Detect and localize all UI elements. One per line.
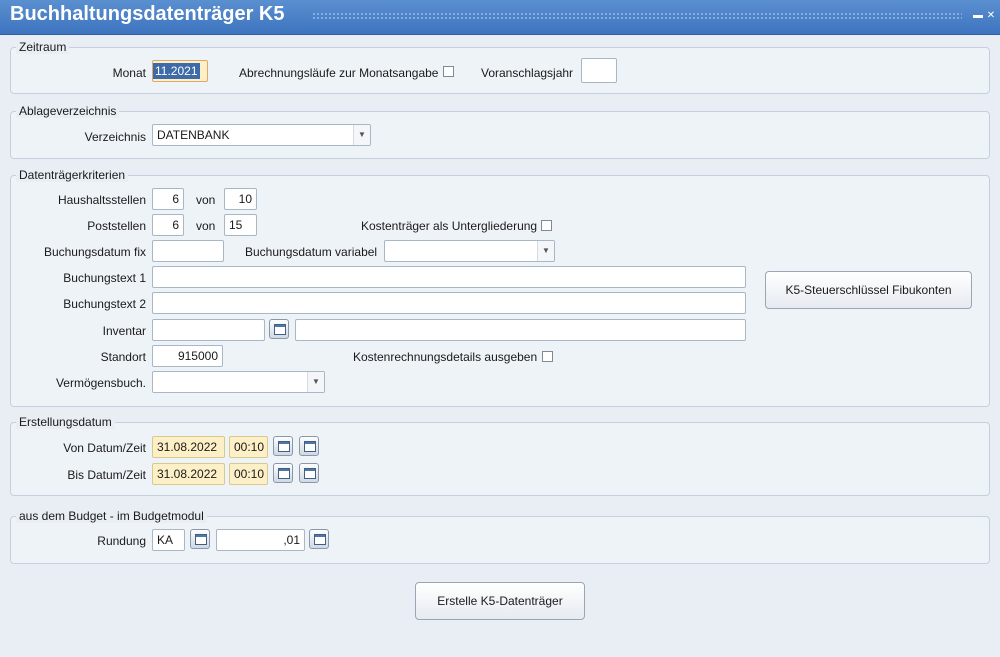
- calendar-icon[interactable]: [273, 463, 293, 483]
- poststellen-to-input[interactable]: 15: [224, 214, 257, 236]
- poststellen-label: Poststellen: [87, 219, 146, 233]
- buchungsdatum-fix-label: Buchungsdatum fix: [43, 245, 146, 259]
- monat-input[interactable]: 11.2021: [152, 60, 208, 82]
- kostenrechnung-checkbox[interactable]: [542, 351, 553, 362]
- erstellung-legend: Erstellungsdatum: [16, 415, 115, 429]
- ablage-legend: Ablageverzeichnis: [16, 104, 120, 118]
- voranschlagsjahr-input[interactable]: [581, 58, 617, 83]
- title-bar: Buchhaltungsdatenträger K5 ▬ ✕: [0, 0, 1000, 35]
- calendar-icon[interactable]: [299, 463, 319, 483]
- buchungstext1-label: Buchungstext 1: [63, 271, 146, 285]
- buchungstext2-input[interactable]: [152, 292, 746, 314]
- calendar-icon[interactable]: [269, 319, 289, 339]
- monat-value: 11.2021: [153, 63, 200, 79]
- poststellen-from-input[interactable]: 6: [152, 214, 184, 236]
- buchungstext1-input[interactable]: [152, 266, 746, 288]
- vermoegens-select[interactable]: ▼: [152, 371, 325, 393]
- standort-input[interactable]: 915000: [152, 345, 223, 367]
- rundung-label: Rundung: [97, 534, 146, 548]
- calendar-icon[interactable]: [190, 529, 210, 549]
- bis-datum-label: Bis Datum/Zeit: [67, 468, 146, 482]
- haushaltsstellen-label: Haushaltsstellen: [57, 193, 146, 207]
- chevron-down-icon[interactable]: ▼: [307, 372, 324, 392]
- inventar-input[interactable]: [152, 319, 265, 341]
- haushaltsstellen-from-input[interactable]: 6: [152, 188, 184, 210]
- budget-legend: aus dem Budget - im Budgetmodul: [16, 509, 207, 523]
- voranschlagsjahr-label: Voranschlagsjahr: [481, 66, 574, 80]
- kriterien-legend: Datenträgerkriterien: [16, 168, 129, 182]
- von-datum-input[interactable]: 31.08.2022: [152, 436, 225, 458]
- haushaltsstellen-to-input[interactable]: 10: [224, 188, 257, 210]
- vermoegens-label: Vermögensbuch.: [55, 376, 146, 390]
- close-icon[interactable]: ✕: [986, 11, 996, 21]
- buchungsdatum-fix-input[interactable]: [152, 240, 224, 262]
- window-title: Buchhaltungsdatenträger K5: [10, 3, 285, 25]
- kostentraeger-label: Kostenträger als Untergliederung: [361, 219, 538, 233]
- k5-steuerschluessel-button[interactable]: K5-Steuerschlüssel Fibukonten: [765, 271, 972, 309]
- von-label-2: von: [196, 219, 216, 233]
- calendar-icon[interactable]: [309, 529, 329, 549]
- inventar-label: Inventar: [102, 324, 146, 338]
- buchungstext2-label: Buchungstext 2: [63, 297, 146, 311]
- erstelle-k5-button[interactable]: Erstelle K5-Datenträger: [415, 582, 585, 620]
- zeitraum-legend: Zeitraum: [16, 40, 70, 54]
- monat-label: Monat: [112, 66, 146, 80]
- von-label-1: von: [196, 193, 216, 207]
- title-bar-pattern: [312, 12, 962, 21]
- minimize-icon[interactable]: ▬: [973, 11, 983, 21]
- verzeichnis-value: DATENBANK: [157, 128, 230, 142]
- chevron-down-icon[interactable]: ▼: [353, 125, 370, 145]
- calendar-icon[interactable]: [299, 436, 319, 456]
- buchungsdatum-variabel-label: Buchungsdatum variabel: [245, 245, 378, 259]
- rundung-code-input[interactable]: KA: [152, 529, 185, 551]
- bis-datum-input[interactable]: 31.08.2022: [152, 463, 225, 485]
- von-datum-label: Von Datum/Zeit: [63, 441, 146, 455]
- abrechnungslaeufe-label: Abrechnungsläufe zur Monatsangabe: [239, 66, 439, 80]
- standort-label: Standort: [100, 350, 146, 364]
- verzeichnis-select[interactable]: DATENBANK ▼: [152, 124, 371, 146]
- buchungsdatum-variabel-select[interactable]: ▼: [384, 240, 555, 262]
- calendar-icon[interactable]: [273, 436, 293, 456]
- verzeichnis-label: Verzeichnis: [84, 130, 146, 144]
- von-zeit-input[interactable]: 00:10: [229, 436, 268, 458]
- chevron-down-icon[interactable]: ▼: [537, 241, 554, 261]
- inventar-desc-input[interactable]: [295, 319, 746, 341]
- bis-zeit-input[interactable]: 00:10: [229, 463, 268, 485]
- kostenrechnung-label: Kostenrechnungsdetails ausgeben: [353, 350, 538, 364]
- abrechnungslaeufe-checkbox[interactable]: [443, 66, 454, 77]
- rundung-value-input[interactable]: ,01: [216, 529, 305, 551]
- kostentraeger-checkbox[interactable]: [541, 220, 552, 231]
